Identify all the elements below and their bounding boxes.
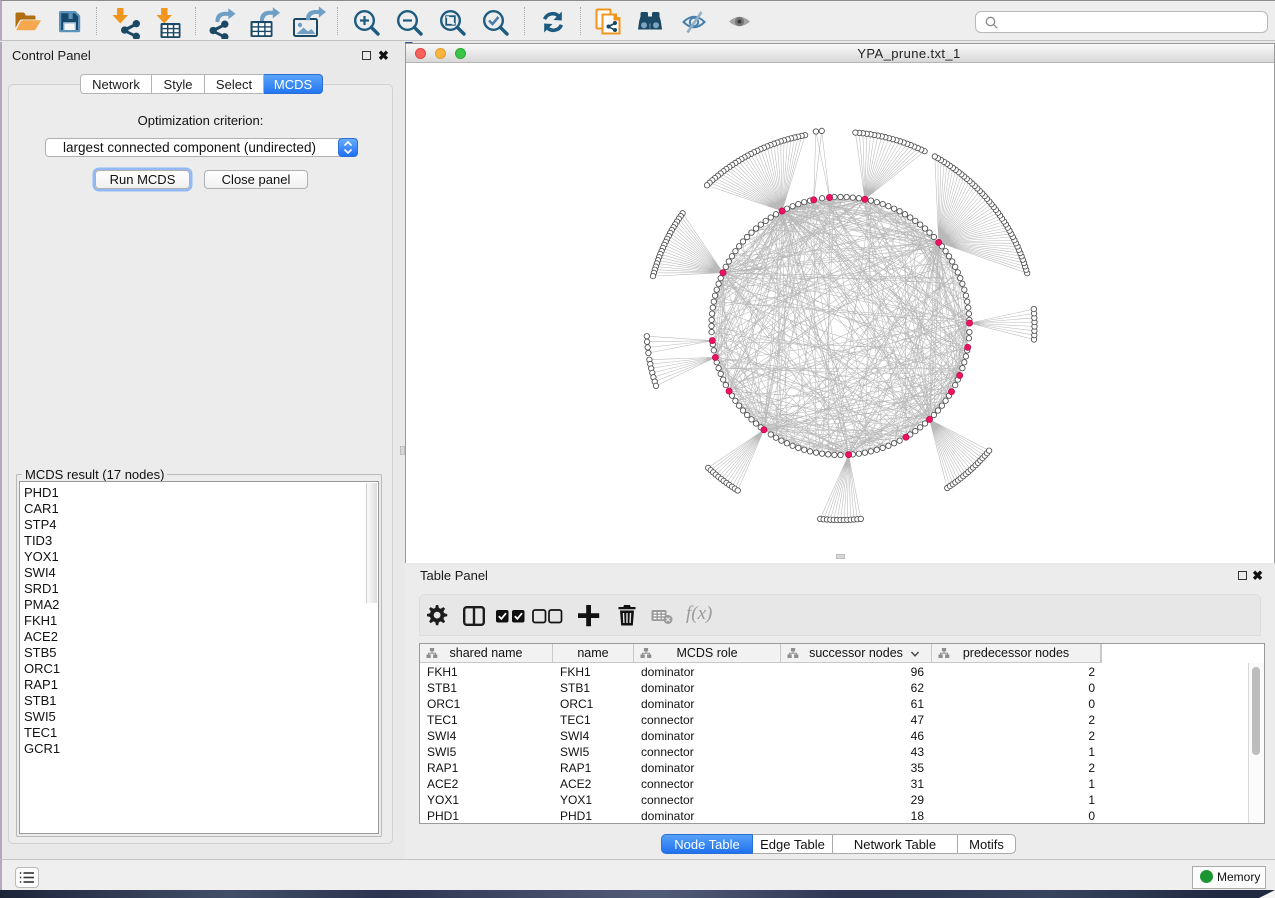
svg-text:f(x): f(x)	[686, 603, 712, 624]
